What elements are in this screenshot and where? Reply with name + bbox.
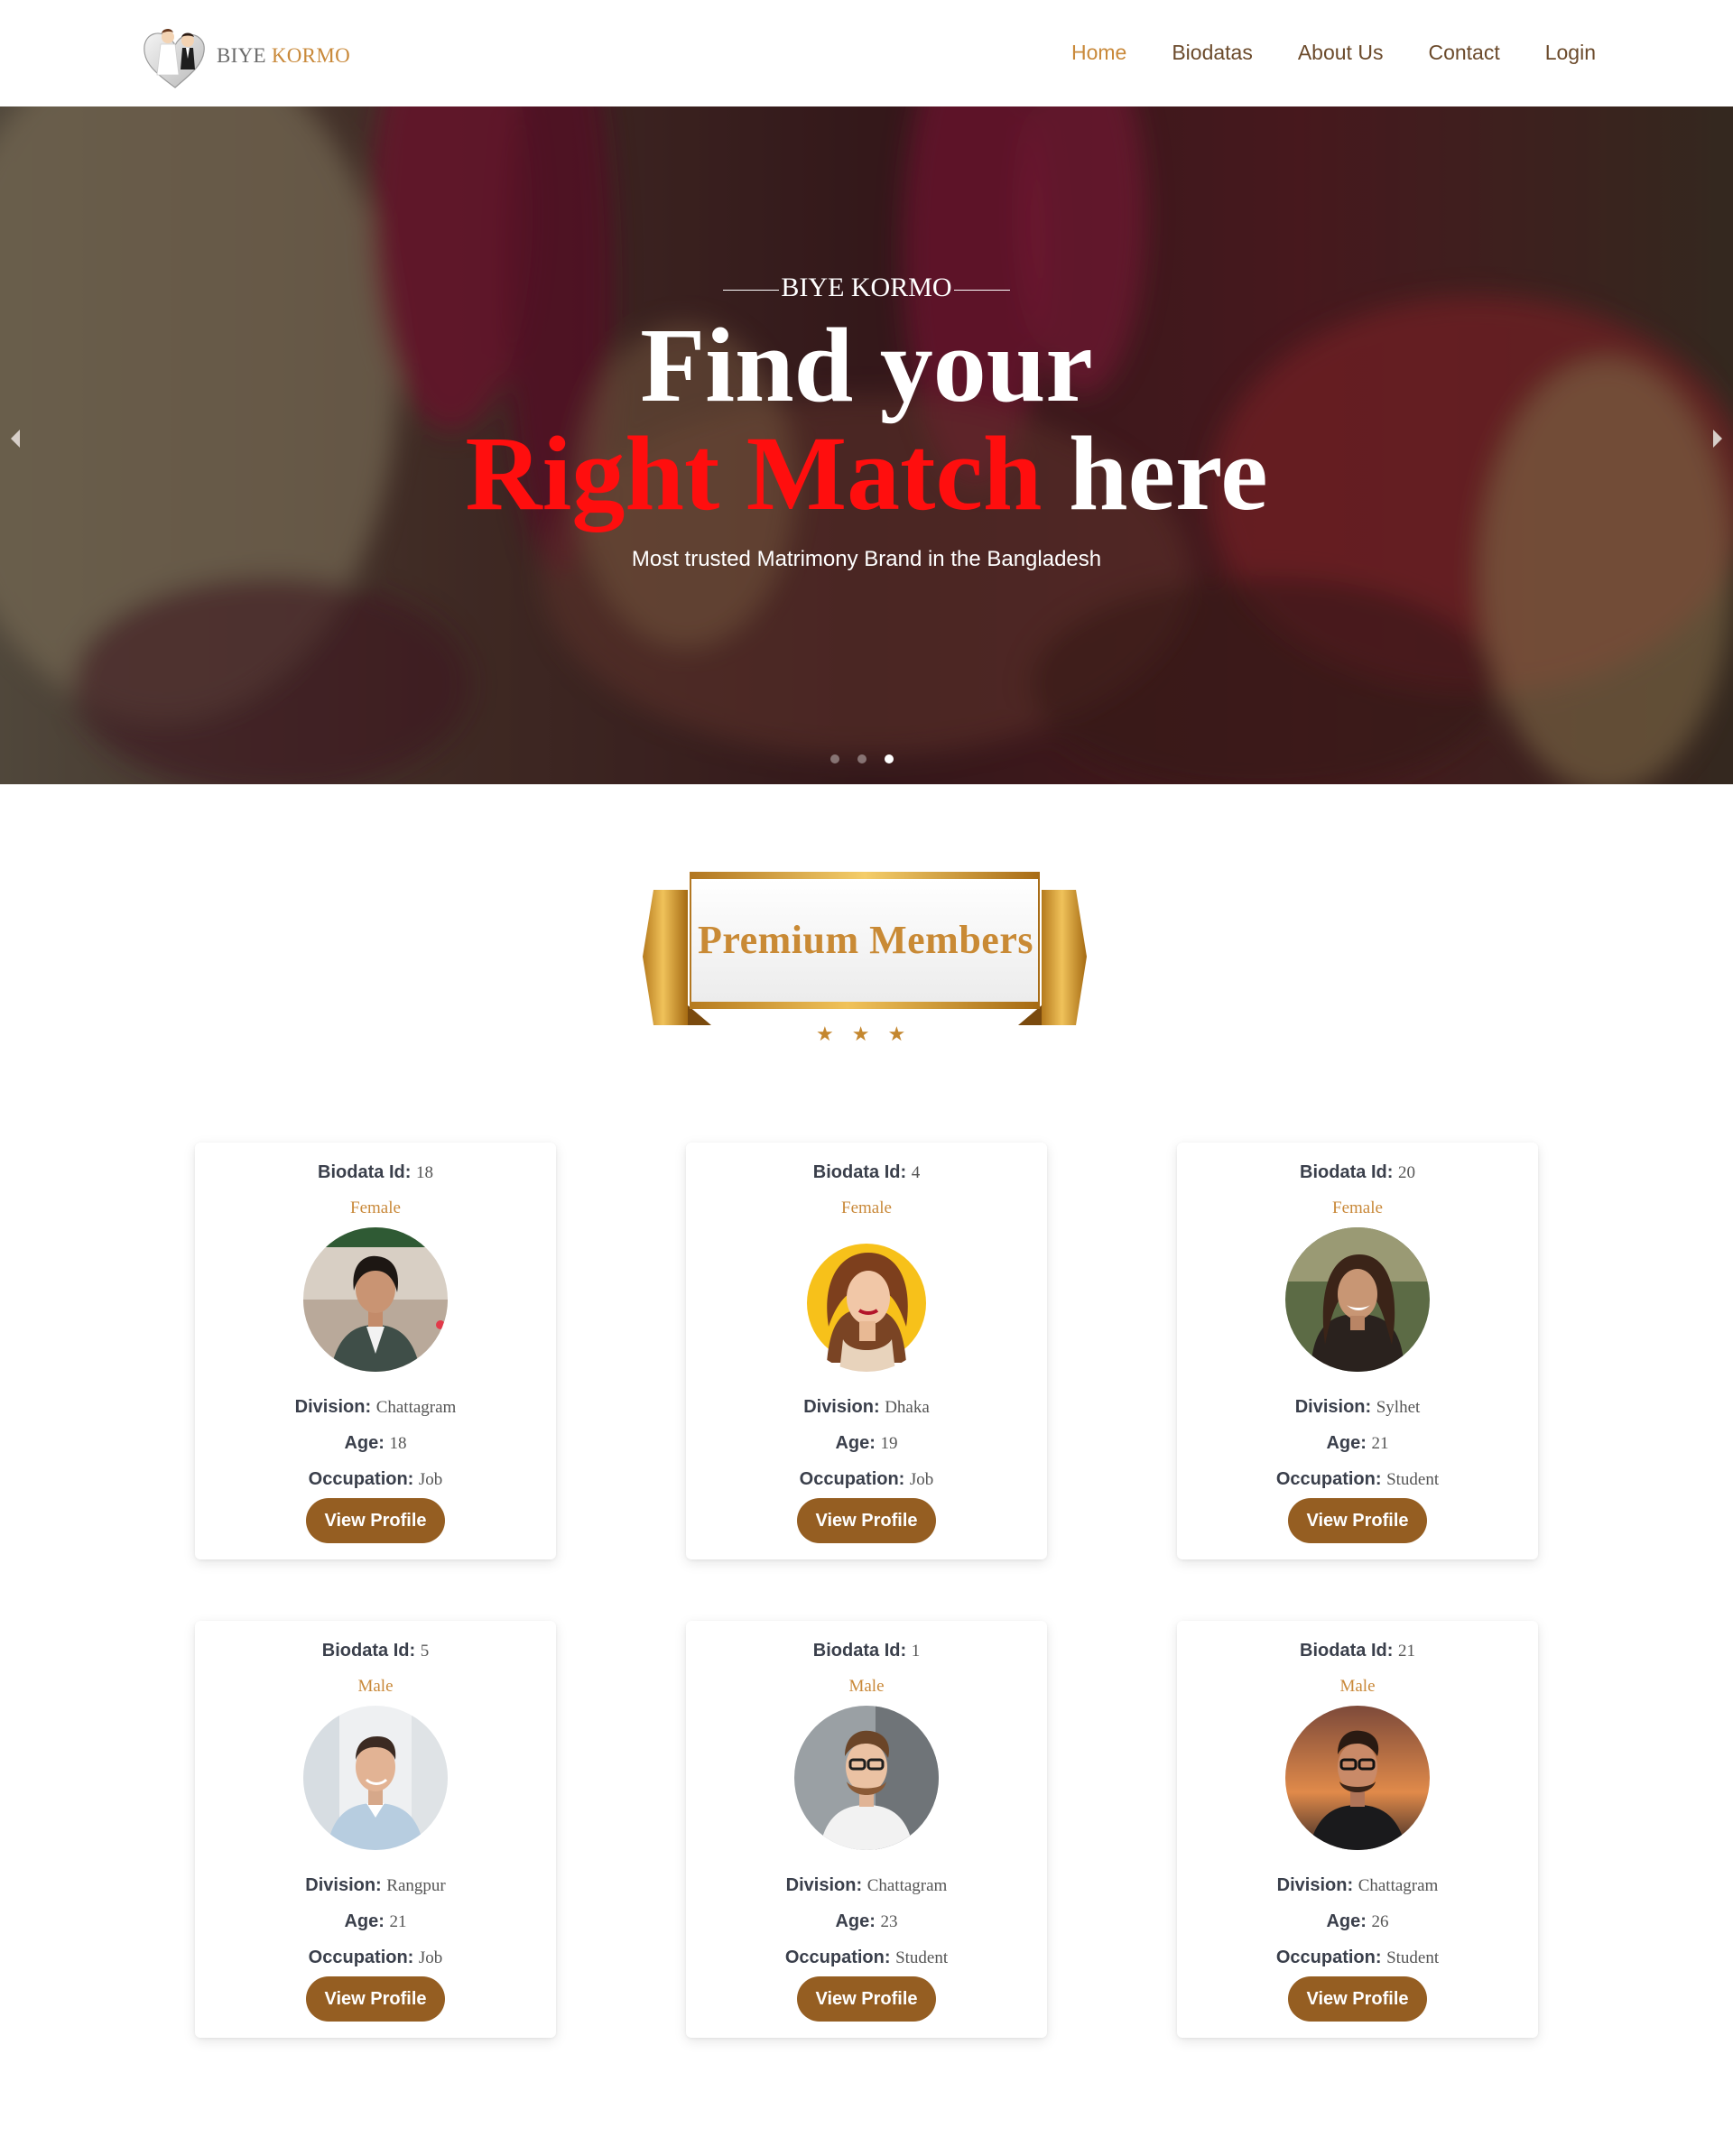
premium-members-title: Premium Members xyxy=(697,918,1033,962)
view-profile-button[interactable]: View Profile xyxy=(1288,1498,1427,1543)
hero-headline-line2: Right Match here xyxy=(0,415,1733,532)
view-profile-button[interactable]: View Profile xyxy=(306,1976,445,2022)
star-icon: ★ xyxy=(816,1022,834,1045)
star-icon: ★ xyxy=(887,1022,906,1045)
member-gender: Male xyxy=(357,1677,394,1696)
logo-word-biye: BIYE xyxy=(217,44,266,67)
carousel-dot-3[interactable] xyxy=(885,754,894,763)
member-gender: Female xyxy=(841,1198,892,1217)
nav-about-us[interactable]: About Us xyxy=(1298,36,1384,69)
member-card: Biodata Id: 5 Male Division: Rangpur Age… xyxy=(195,1621,556,2038)
biodata-id: 5 xyxy=(420,1642,430,1661)
member-photo[interactable] xyxy=(1285,1706,1430,1850)
member-card: Biodata Id: 4 Female Division: Dhaka Age… xyxy=(686,1143,1047,1559)
biodata-id: 20 xyxy=(1397,1163,1415,1182)
member-division: Sylhet xyxy=(1376,1398,1421,1417)
member-occupation: Job xyxy=(418,1948,443,1967)
member-card: Biodata Id: 21 Male Division: Chattagram… xyxy=(1177,1621,1538,2038)
member-division: Rangpur xyxy=(386,1876,446,1895)
view-profile-button[interactable]: View Profile xyxy=(797,1976,936,2022)
biodata-id: 1 xyxy=(911,1642,921,1661)
biodata-id: 4 xyxy=(911,1163,921,1182)
member-division: Dhaka xyxy=(885,1398,930,1417)
nav-contact[interactable]: Contact xyxy=(1428,36,1499,69)
member-age: 18 xyxy=(389,1434,407,1453)
star-icon: ★ xyxy=(851,1022,870,1045)
member-card: Biodata Id: 18 Female Division: Chattagr… xyxy=(195,1143,556,1559)
member-photo[interactable] xyxy=(1285,1227,1430,1372)
logo-word-kormo: KORMO xyxy=(271,44,350,67)
carousel-dot-2[interactable] xyxy=(857,754,866,763)
carousel-dot-1[interactable] xyxy=(830,754,839,763)
hero-headline-highlight: Right Match xyxy=(465,414,1043,532)
member-photo[interactable] xyxy=(794,1706,939,1850)
chevron-left-icon[interactable] xyxy=(11,430,20,448)
member-gender: Male xyxy=(1339,1677,1376,1696)
nav-biodatas[interactable]: Biodatas xyxy=(1172,36,1253,69)
bride-groom-heart-icon xyxy=(144,28,205,88)
navbar: BIYE KORMO Home Biodatas About Us Contact… xyxy=(0,0,1733,106)
hero-kicker: BIYE KORMO xyxy=(0,273,1733,303)
member-card: Biodata Id: 20 Female Division: Sylhet A… xyxy=(1177,1143,1538,1559)
member-division: Chattagram xyxy=(1358,1876,1439,1895)
hero-kicker-text: BIYE KORMO xyxy=(781,273,952,302)
hero-subtitle: Most trusted Matrimony Brand in the Bang… xyxy=(631,547,1102,571)
site-logo[interactable]: BIYE KORMO xyxy=(137,16,372,94)
member-occupation: Student xyxy=(1386,1948,1440,1967)
member-gender: Female xyxy=(1332,1198,1383,1217)
member-occupation: Job xyxy=(418,1470,443,1489)
member-occupation: Student xyxy=(1386,1470,1440,1489)
hero-headline-rest: here xyxy=(1042,414,1268,532)
member-photo[interactable] xyxy=(794,1227,939,1372)
hero-carousel: BIYE KORMO Find your Right Match here Mo… xyxy=(0,106,1733,784)
member-age: 26 xyxy=(1371,1912,1389,1931)
member-occupation: Job xyxy=(909,1470,934,1489)
biodata-id: 18 xyxy=(415,1163,433,1182)
member-age: 23 xyxy=(880,1912,898,1931)
rating-stars: ★ ★ ★ xyxy=(816,1023,905,1045)
member-photo[interactable] xyxy=(303,1227,448,1372)
member-division: Chattagram xyxy=(375,1398,457,1417)
hero-headline-line1: Find your xyxy=(640,306,1093,424)
member-age: 21 xyxy=(389,1912,407,1931)
member-age: 19 xyxy=(880,1434,898,1453)
member-gender: Female xyxy=(350,1198,401,1217)
member-photo[interactable] xyxy=(303,1706,448,1850)
view-profile-button[interactable]: View Profile xyxy=(306,1498,445,1543)
nav-login[interactable]: Login xyxy=(1545,36,1596,69)
member-gender: Male xyxy=(848,1677,885,1696)
view-profile-button[interactable]: View Profile xyxy=(797,1498,936,1543)
nav-home[interactable]: Home xyxy=(1071,36,1126,69)
biodata-id: 21 xyxy=(1397,1642,1415,1661)
main-nav: Home Biodatas About Us Contact Login xyxy=(1071,36,1596,69)
carousel-indicators xyxy=(830,754,894,763)
member-occupation: Student xyxy=(895,1948,949,1967)
member-age: 21 xyxy=(1371,1434,1389,1453)
member-card: Biodata Id: 1 Male Division: Chattagram … xyxy=(686,1621,1047,2038)
chevron-right-icon[interactable] xyxy=(1713,430,1722,448)
member-division: Chattagram xyxy=(866,1876,948,1895)
view-profile-button[interactable]: View Profile xyxy=(1288,1976,1427,2022)
